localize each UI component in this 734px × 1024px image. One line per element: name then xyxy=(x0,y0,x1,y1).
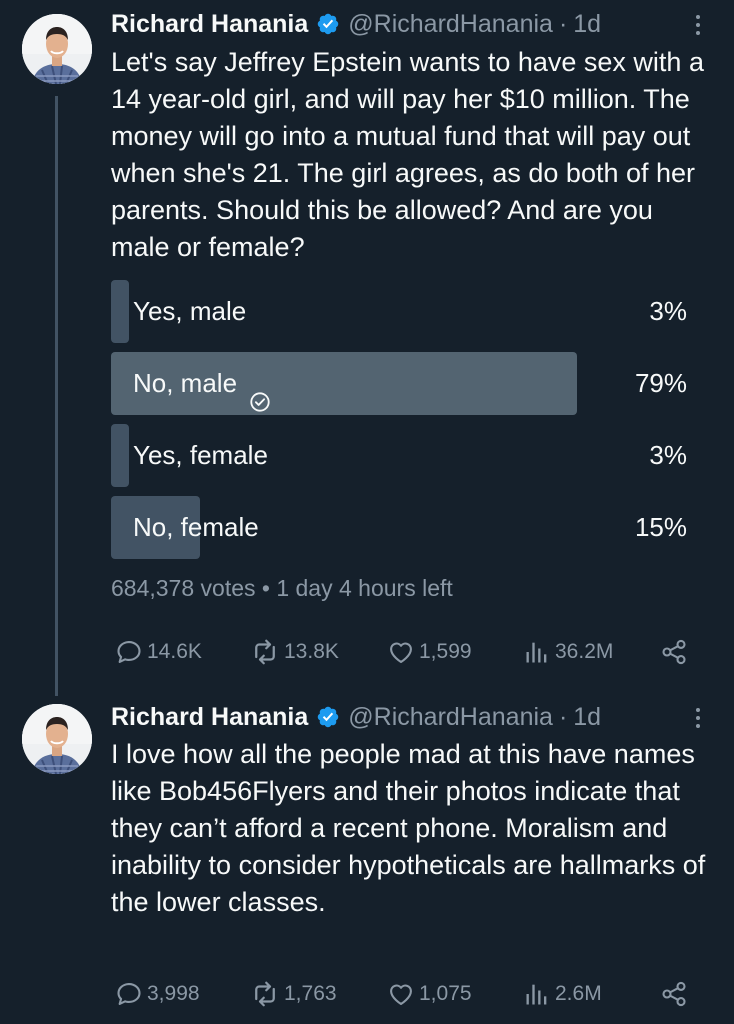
tweet-header: Richard Hanania @RichardHanania · 1d xyxy=(111,9,601,39)
share-icon[interactable] xyxy=(660,638,692,666)
reply-icon xyxy=(115,980,143,1008)
views-icon xyxy=(523,980,551,1008)
like-count: 1,075 xyxy=(419,982,472,1005)
retweet-icon xyxy=(250,979,280,1009)
reply-count: 3,998 xyxy=(147,982,200,1005)
thread-connector-line xyxy=(55,96,58,696)
poll-option: Yes, female 3% xyxy=(111,424,701,487)
tweet-text: I love how all the people mad at this ha… xyxy=(111,739,706,917)
author-handle[interactable]: @RichardHanania xyxy=(348,702,553,732)
tweet-main[interactable]: Richard Hanania @RichardHanania · 1d Let… xyxy=(0,0,734,696)
reply-button[interactable]: 3,998 xyxy=(115,980,200,1008)
tweet-actions: 3,998 1,763 1,075 2.6M xyxy=(115,978,695,1010)
tweet-time[interactable]: 1d xyxy=(573,702,601,732)
views-button[interactable]: 2.6M xyxy=(523,980,602,1008)
retweet-count: 1,763 xyxy=(284,982,337,1005)
poll-option-percent: 79% xyxy=(634,368,687,398)
views-count: 2.6M xyxy=(555,982,602,1005)
poll-option-percent: 3% xyxy=(649,440,687,470)
poll-option: Yes, male 3% xyxy=(111,280,701,343)
more-icon[interactable] xyxy=(690,10,706,40)
like-count: 1,599 xyxy=(419,640,472,663)
like-button[interactable]: 1,075 xyxy=(387,980,472,1008)
avatar[interactable] xyxy=(22,14,92,84)
views-icon xyxy=(523,638,551,666)
reply-icon xyxy=(115,638,143,666)
avatar[interactable] xyxy=(22,704,92,774)
poll-option: No, male 79% xyxy=(111,352,701,415)
reply-count: 14.6K xyxy=(147,640,202,663)
poll-bar xyxy=(111,424,129,487)
retweet-icon xyxy=(250,637,280,667)
retweet-button[interactable]: 1,763 xyxy=(250,979,337,1009)
poll-option: No, female 15% xyxy=(111,496,701,559)
more-icon[interactable] xyxy=(690,703,706,733)
poll-option-label: No, female xyxy=(133,512,259,542)
tweet-text: Let's say Jeffrey Epstein wants to have … xyxy=(111,47,704,262)
check-circle-icon xyxy=(249,373,271,395)
poll: Yes, male 3% No, male 79% Yes, female 3%… xyxy=(111,280,701,568)
poll-option-percent: 15% xyxy=(634,512,687,542)
tweet-actions: 14.6K 13.8K 1,599 36.2M xyxy=(115,636,695,668)
like-button[interactable]: 1,599 xyxy=(387,638,472,666)
tweet-time[interactable]: 1d xyxy=(573,9,601,39)
author-handle[interactable]: @RichardHanania xyxy=(348,9,553,39)
tweet-header: Richard Hanania @RichardHanania · 1d xyxy=(111,702,601,732)
retweet-button[interactable]: 13.8K xyxy=(250,637,339,667)
poll-bar xyxy=(111,280,129,343)
separator-dot: · xyxy=(558,703,568,731)
like-icon xyxy=(387,980,415,1008)
share-icon[interactable] xyxy=(660,980,692,1008)
verified-badge-icon xyxy=(316,705,340,729)
views-button[interactable]: 36.2M xyxy=(523,638,613,666)
poll-option-label: No, male xyxy=(133,352,271,415)
views-count: 36.2M xyxy=(555,640,614,663)
verified-badge-icon xyxy=(316,12,340,36)
author-name[interactable]: Richard Hanania xyxy=(111,702,308,732)
retweet-count: 13.8K xyxy=(284,640,339,663)
reply-button[interactable]: 14.6K xyxy=(115,638,202,666)
like-icon xyxy=(387,638,415,666)
author-name[interactable]: Richard Hanania xyxy=(111,9,308,39)
poll-option-label: Yes, female xyxy=(133,440,268,470)
poll-option-percent: 3% xyxy=(649,296,687,326)
tweet-reply[interactable]: Richard Hanania @RichardHanania · 1d I l… xyxy=(0,690,734,1024)
poll-option-label: Yes, male xyxy=(133,296,247,326)
poll-meta: 684,378 votes • 1 day 4 hours left xyxy=(111,575,453,601)
separator-dot: · xyxy=(558,10,568,38)
